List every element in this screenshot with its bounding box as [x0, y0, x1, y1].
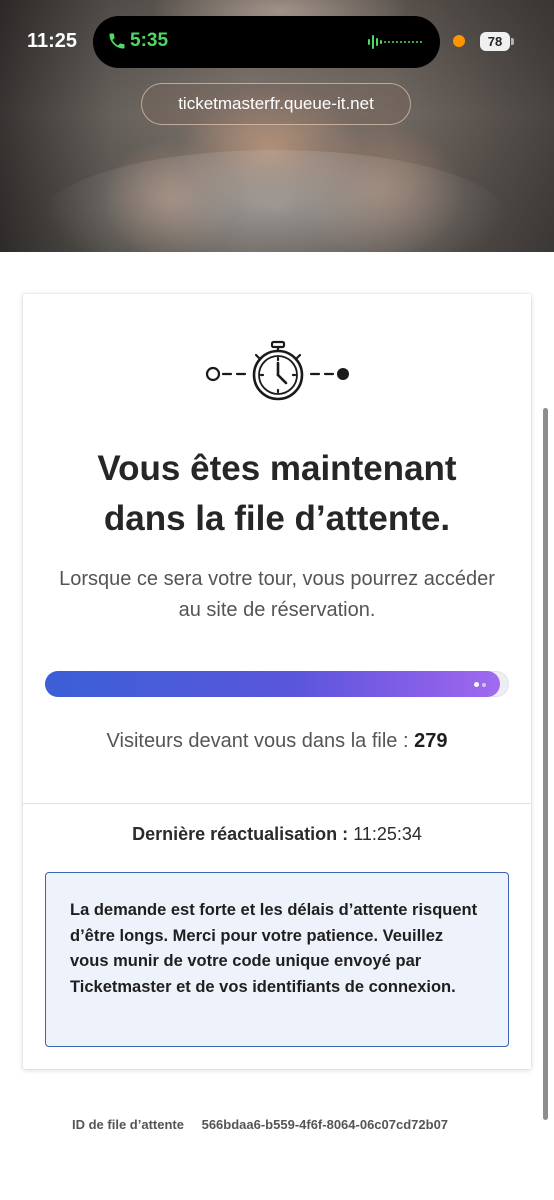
phone-icon	[109, 33, 125, 49]
audio-waveform-icon	[368, 35, 422, 49]
page-scrollbar[interactable]	[543, 408, 548, 1120]
stopwatch-icon	[205, 340, 349, 401]
page-title: Vous êtes maintenant dans la file d’atte…	[23, 444, 531, 544]
queue-id-value: 566bdaa6-b559-4f6f-8064-06c07cd72b07	[201, 1117, 449, 1132]
status-time: 11:25	[27, 30, 78, 52]
last-refresh: Dernière réactualisation : 11:25:34	[23, 824, 531, 845]
page-title-line-2: dans la file d’attente.	[103, 499, 451, 538]
battery-indicator: 78	[480, 32, 514, 51]
page-title-line-1: Vous êtes maintenant	[97, 449, 457, 488]
last-refresh-time: 11:25:34	[353, 824, 422, 844]
card-divider	[23, 803, 531, 804]
info-notice: La demande est forte et les délais d’att…	[45, 872, 509, 1047]
visitors-ahead-count: 279	[414, 730, 448, 752]
queue-progress-bar	[45, 671, 509, 697]
call-timer: 5:35	[130, 30, 169, 51]
queue-progress-fill	[45, 671, 500, 697]
last-refresh-label: Dernière réactualisation :	[132, 824, 349, 844]
queue-id-label: ID de file d’attente	[72, 1117, 184, 1132]
visitors-ahead: Visiteurs devant vous dans la file : 279	[23, 730, 531, 753]
queue-description: Lorsque ce sera votre tour, vous pourrez…	[59, 568, 495, 621]
microphone-indicator-icon	[453, 35, 465, 47]
queue-id: ID de file d’attente 566bdaa6-b559-4f6f-…	[72, 1117, 448, 1132]
address-bar[interactable]: ticketmasterfr.queue-it.net	[141, 83, 411, 125]
visitors-ahead-label: Visiteurs devant vous dans la file :	[106, 730, 409, 752]
progress-dots-icon	[473, 682, 486, 687]
dynamic-island-call[interactable]: 5:35	[93, 16, 440, 68]
queue-card: Vous êtes maintenant dans la file d’atte…	[23, 294, 531, 1069]
